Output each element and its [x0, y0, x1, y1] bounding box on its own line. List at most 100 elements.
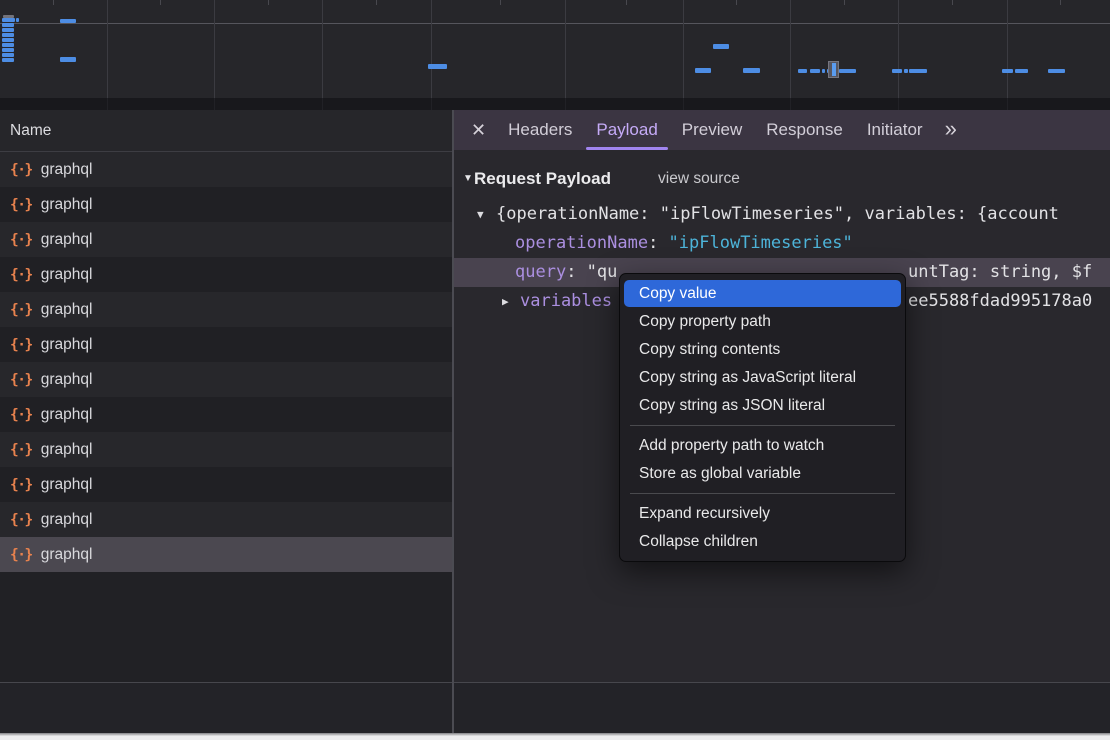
json-braces-icon: {·}	[10, 512, 32, 528]
view-source-link[interactable]: view source	[658, 165, 740, 193]
network-request-list: {·} graphql {·} graphql {·} graphql {·} graphql…	[0, 152, 453, 572]
timeline-request-bar	[2, 53, 14, 57]
network-request-row[interactable]: {·}graphql	[0, 152, 453, 187]
timeline-tick	[952, 0, 953, 5]
menu-separator	[630, 425, 895, 426]
json-braces-icon: {·}	[10, 372, 32, 388]
timeline-gridline	[214, 0, 215, 110]
variables-value-right-fragment: ee5588fdad995178a0	[908, 287, 1092, 316]
more-tabs-button[interactable]: »	[935, 110, 967, 150]
json-braces-icon: {·}	[10, 407, 32, 423]
json-braces-icon: {·}	[10, 197, 32, 213]
menu-separator	[630, 493, 895, 494]
json-key: operationName	[515, 233, 648, 253]
timeline-tick	[500, 0, 501, 5]
timeline-request-bar	[1048, 69, 1065, 73]
menu-item-copy-string-as-json-literal[interactable]: Copy string as JSON literal	[624, 392, 901, 419]
timeline-request-bar	[695, 68, 711, 73]
timeline-gridline	[898, 0, 899, 110]
panel-split-divider[interactable]	[452, 110, 454, 733]
query-value-right-fragment: untTag: string, $f	[908, 258, 1092, 287]
menu-item-collapse-children[interactable]: Collapse children	[624, 528, 901, 555]
request-name: graphql	[41, 266, 93, 284]
close-icon[interactable]: ✕	[471, 120, 486, 141]
request-payload-section-header[interactable]: ▼ Request Payload view source	[454, 165, 1110, 193]
timeline-overview[interactable]	[0, 0, 1110, 110]
timeline-tick	[626, 0, 627, 5]
timeline-request-bar	[909, 69, 927, 73]
json-braces-icon: {·}	[10, 267, 32, 283]
network-request-row[interactable]: {·} graphql	[0, 502, 453, 537]
timeline-request-bar	[2, 58, 14, 62]
menu-item-expand-recursively[interactable]: Expand recursively	[624, 500, 901, 527]
timeline-request-bar	[2, 43, 14, 47]
request-name: graphql	[41, 406, 93, 424]
payload-row-operation-name[interactable]: operationName: "ipFlowTimeseries"	[454, 229, 1110, 258]
timeline-gridline	[1007, 0, 1008, 110]
timeline-tick	[1060, 0, 1061, 5]
menu-item-copy-value[interactable]: Copy value	[624, 280, 901, 307]
json-string-value: "ipFlowTimeseries"	[669, 233, 853, 253]
timeline-tick	[268, 0, 269, 5]
request-name: graphql	[41, 196, 93, 214]
timeline-tick	[160, 0, 161, 5]
query-value-left-fragment: : "qu	[566, 262, 617, 282]
timeline-gridline	[790, 0, 791, 110]
tab-preview[interactable]: Preview	[670, 110, 754, 150]
network-request-row[interactable]: {·} graphql	[0, 187, 453, 222]
payload-summary-row[interactable]: ▼ {operationName: "ipFlowTimeseries", va…	[454, 200, 1110, 229]
network-request-row[interactable]: {·} graphql	[0, 432, 453, 467]
request-name: graphql	[41, 336, 93, 354]
tab-payload[interactable]: Payload	[584, 110, 669, 150]
timeline-request-bar	[2, 38, 14, 42]
network-request-row[interactable]: {·}graphql	[0, 467, 453, 502]
tab-response[interactable]: Response	[754, 110, 855, 150]
request-name: graphql	[41, 441, 93, 459]
network-request-row[interactable]: {·} graphql	[0, 257, 453, 292]
context-menu: Copy valueCopy property pathCopy string …	[619, 273, 906, 562]
network-request-row[interactable]: {·}graphql	[0, 292, 453, 327]
menu-item-copy-property-path[interactable]: Copy property path	[624, 308, 901, 335]
section-disclosure-icon[interactable]: ▼	[463, 165, 473, 193]
network-name-column-header[interactable]: Name	[0, 110, 453, 152]
timeline-gridline	[565, 0, 566, 110]
timeline-request-bar	[839, 69, 856, 73]
json-braces-icon: {·}	[10, 162, 32, 178]
network-request-row[interactable]: {·}graphql	[0, 537, 453, 572]
network-request-row[interactable]: {·}graphql	[0, 327, 453, 362]
menu-item-add-property-path-to-watch[interactable]: Add property path to watch	[624, 432, 901, 459]
timeline-gridline	[431, 0, 432, 110]
timeline-row-divider	[0, 23, 1110, 24]
menu-item-copy-string-as-javascript-literal[interactable]: Copy string as JavaScript literal	[624, 364, 901, 391]
timeline-request-bar	[2, 23, 14, 27]
timeline-gridline	[107, 0, 108, 110]
menu-item-store-as-global-variable[interactable]: Store as global variable	[624, 460, 901, 487]
timeline-request-bar	[1002, 69, 1013, 73]
network-request-row[interactable]: {·} graphql	[0, 397, 453, 432]
timeline-request-bar	[892, 69, 902, 73]
json-braces-icon: {·}	[10, 442, 32, 458]
json-braces-icon: {·}	[10, 302, 32, 318]
tab-initiator[interactable]: Initiator	[855, 110, 935, 150]
timeline-request-bar	[904, 69, 908, 73]
tab-headers[interactable]: Headers	[496, 110, 584, 150]
disclosure-right-icon[interactable]: ▶	[502, 287, 509, 316]
key-value-separator: :	[648, 233, 668, 253]
timeline-gridline	[683, 0, 684, 110]
timeline-request-bar	[60, 57, 76, 62]
timeline-request-bar	[60, 19, 76, 23]
timeline-bottom-strip	[0, 98, 1110, 110]
timeline-request-bar	[428, 64, 447, 69]
timeline-tick	[376, 0, 377, 5]
request-name: graphql	[41, 546, 93, 564]
network-request-row[interactable]: {·}graphql	[0, 362, 453, 397]
timeline-request-bar	[2, 33, 14, 37]
network-request-row[interactable]: {·}graphql	[0, 222, 453, 257]
menu-item-copy-string-contents[interactable]: Copy string contents	[624, 336, 901, 363]
window-bottom-edge	[0, 733, 1110, 740]
disclosure-down-icon[interactable]: ▼	[477, 200, 484, 229]
devtools-network-panel: Name {·}graphql{·}graphql{·}graphql{·}gr…	[0, 0, 1110, 740]
request-name: graphql	[41, 511, 93, 529]
timeline-selected-request-bar	[832, 63, 836, 76]
timeline-request-bar	[16, 18, 19, 22]
